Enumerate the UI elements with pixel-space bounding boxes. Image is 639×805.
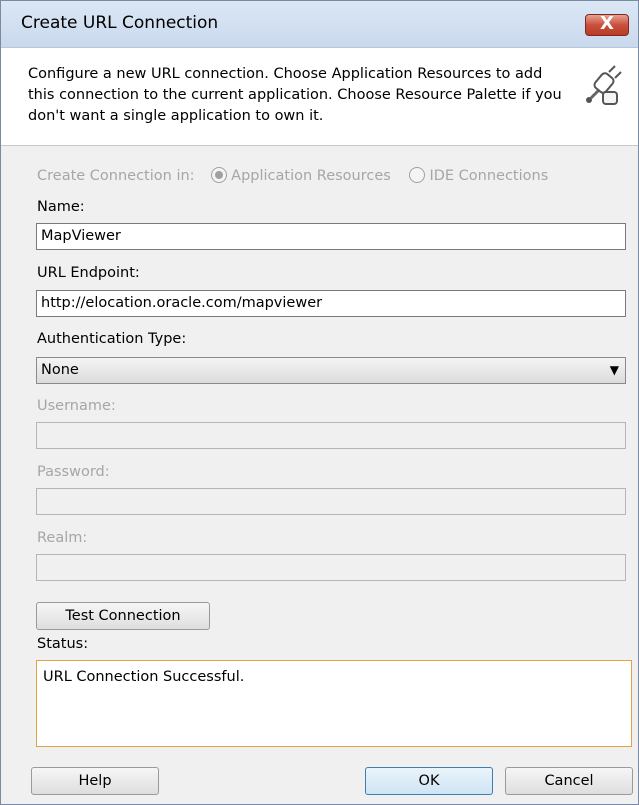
username-label: Username: <box>37 398 116 414</box>
header-description: Configure a new URL connection. Choose A… <box>28 66 562 124</box>
dialog-window: Create URL Connection X Configure a new … <box>0 0 639 805</box>
authentication-type-select[interactable]: None ▼ <box>36 357 626 384</box>
name-field[interactable]: MapViewer <box>36 223 626 250</box>
realm-label: Realm: <box>37 530 88 546</box>
status-area: URL Connection Successful. <box>36 660 632 747</box>
help-button[interactable]: Help <box>31 767 159 795</box>
create-connection-in-label: Create Connection in: <box>37 168 195 184</box>
url-endpoint-label: URL Endpoint: <box>37 265 140 281</box>
dialog-header: Configure a new URL connection. Choose A… <box>1 48 638 146</box>
password-label: Password: <box>37 464 110 480</box>
ok-button[interactable]: OK <box>365 767 493 795</box>
radio-ide-connections[interactable]: IDE Connections <box>409 167 549 184</box>
name-value: MapViewer <box>41 228 121 244</box>
radio-checked-icon <box>211 167 228 183</box>
authentication-type-value: None <box>41 362 79 378</box>
close-icon: X <box>600 13 614 34</box>
realm-field[interactable] <box>36 554 626 581</box>
radio-ide-connections-label: IDE Connections <box>429 168 549 184</box>
name-label: Name: <box>37 199 85 215</box>
status-value: URL Connection Successful. <box>43 669 245 685</box>
connection-plug-icon <box>586 65 622 105</box>
url-endpoint-value: http://elocation.oracle.com/mapviewer <box>41 295 323 311</box>
status-label: Status: <box>37 636 89 652</box>
url-endpoint-field[interactable]: http://elocation.oracle.com/mapviewer <box>36 290 626 317</box>
title-bar[interactable]: Create URL Connection X <box>1 1 638 48</box>
test-connection-button[interactable]: Test Connection <box>36 602 210 630</box>
cancel-button[interactable]: Cancel <box>505 767 633 795</box>
window-title: Create URL Connection <box>21 13 219 33</box>
authentication-type-label: Authentication Type: <box>37 331 187 347</box>
radio-application-resources-label: Application Resources <box>231 168 391 184</box>
create-connection-in-row: Create Connection in: Application Resour… <box>37 167 548 184</box>
radio-application-resources[interactable]: Application Resources <box>211 167 395 184</box>
dropdown-arrow-icon: ▼ <box>609 363 619 377</box>
password-field[interactable] <box>36 488 626 515</box>
radio-unchecked-icon <box>409 167 426 183</box>
username-field[interactable] <box>36 422 626 449</box>
close-button[interactable]: X <box>585 13 629 36</box>
